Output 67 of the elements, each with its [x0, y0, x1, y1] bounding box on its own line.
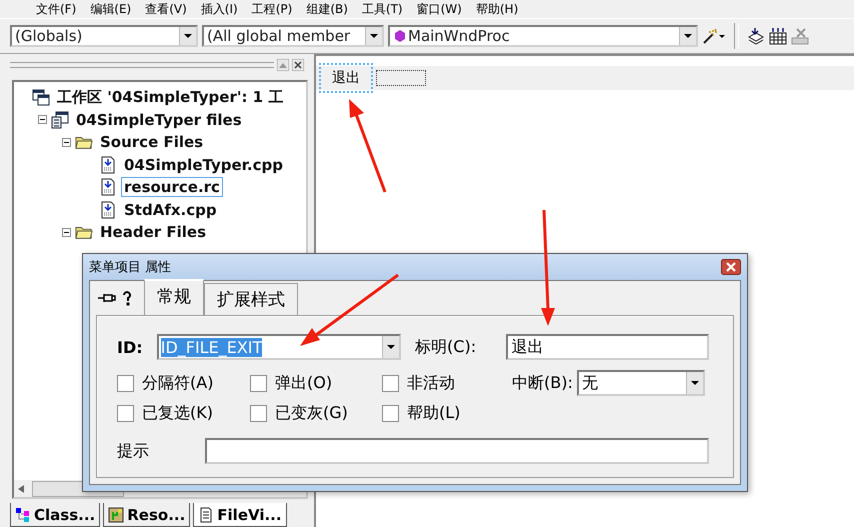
stack-icon[interactable]	[747, 27, 765, 45]
tree-item[interactable]: StdAfx.cpp	[121, 200, 220, 220]
file-icon	[99, 178, 117, 196]
caption-field[interactable]: 退出	[506, 334, 710, 360]
wand-icon[interactable]	[702, 28, 726, 44]
file-icon	[99, 200, 117, 219]
checkbox-label: 帮助(L)	[407, 402, 460, 424]
windows-icon	[32, 88, 50, 106]
menu-item[interactable]: 插入(I)	[200, 0, 238, 18]
tree-item[interactable]: Header Files	[97, 222, 210, 242]
grid-icon[interactable]	[769, 27, 787, 45]
field-label: 中断(B):	[512, 372, 573, 394]
collapse-icon[interactable]	[38, 115, 47, 124]
collapse-icon[interactable]	[62, 228, 71, 237]
checkbox[interactable]	[117, 374, 134, 392]
dropdown-arrow-icon	[387, 345, 396, 349]
tree-item[interactable]: resource.rc	[121, 177, 223, 198]
class-tree-icon	[15, 506, 31, 522]
tree-item[interactable]: 04SimpleTyper files	[73, 110, 245, 130]
checkbox[interactable]	[250, 404, 267, 422]
panel-tab[interactable]: Reso...	[103, 503, 190, 527]
tree-item[interactable]: Source Files	[97, 132, 206, 152]
dropdown[interactable]: (Globals)	[10, 25, 198, 47]
menu-item[interactable]: 帮助(H)	[476, 0, 518, 18]
checkbox-label: 分隔符(A)	[142, 372, 214, 394]
menu-item[interactable]: 编辑(E)	[90, 0, 132, 18]
close-icon[interactable]	[292, 59, 304, 71]
panel-tab[interactable]: Class...	[10, 503, 100, 527]
break-dropdown[interactable]: 无	[576, 370, 705, 396]
checkbox[interactable]	[117, 404, 134, 422]
dropdown[interactable]: (All global member	[202, 25, 384, 47]
menu-item[interactable]: 查看(V)	[145, 0, 187, 18]
menu-item[interactable]: 工具(T)	[362, 0, 403, 18]
menu-item[interactable]: 退出	[319, 63, 373, 93]
checkbox-label: 已复选(K)	[142, 402, 213, 424]
menu-item[interactable]: 文件(F)	[36, 0, 76, 18]
checkbox-label: 已变灰(G)	[275, 402, 348, 424]
field-label: ID:	[117, 338, 144, 356]
prompt-field[interactable]	[205, 438, 709, 464]
collapse-icon[interactable]	[62, 138, 71, 147]
dialog-title: 菜单项目 属性	[89, 259, 172, 276]
checkbox-label: 非活动	[407, 372, 455, 394]
panel-tab[interactable]: FileVi...	[193, 503, 287, 527]
tree-item[interactable]: 04SimpleTyper.cpp	[121, 154, 286, 175]
dropdown[interactable]: MainWndProc	[388, 25, 698, 47]
checkbox[interactable]	[382, 404, 399, 422]
dropdown-arrow-icon	[690, 381, 699, 385]
new-item-placeholder[interactable]	[376, 70, 426, 86]
field-label: 提示	[117, 440, 149, 462]
close-icon[interactable]	[721, 259, 741, 275]
tab[interactable]: 常规	[144, 279, 204, 315]
field-label: 标明(C):	[415, 336, 478, 358]
document-icon	[198, 506, 214, 522]
menu-item[interactable]: 组建(B)	[306, 0, 348, 18]
checkbox-label: 弹出(O)	[275, 372, 332, 394]
checkbox[interactable]	[250, 374, 267, 392]
file-icon	[99, 156, 117, 174]
left-arrow-icon[interactable]	[18, 484, 24, 492]
pin-icon[interactable]	[98, 292, 116, 304]
project-icon	[51, 110, 69, 129]
help-icon[interactable]	[122, 290, 132, 306]
menu-item[interactable]: 工程(P)	[252, 0, 292, 18]
checkbox[interactable]	[382, 374, 399, 392]
tree-item[interactable]: 工作区 '04SimpleTyper': 1 工	[54, 86, 286, 108]
menu-item[interactable]: 窗口(W)	[416, 0, 462, 18]
diamond-icon	[395, 30, 405, 42]
tab[interactable]: 扩展样式	[204, 283, 298, 315]
